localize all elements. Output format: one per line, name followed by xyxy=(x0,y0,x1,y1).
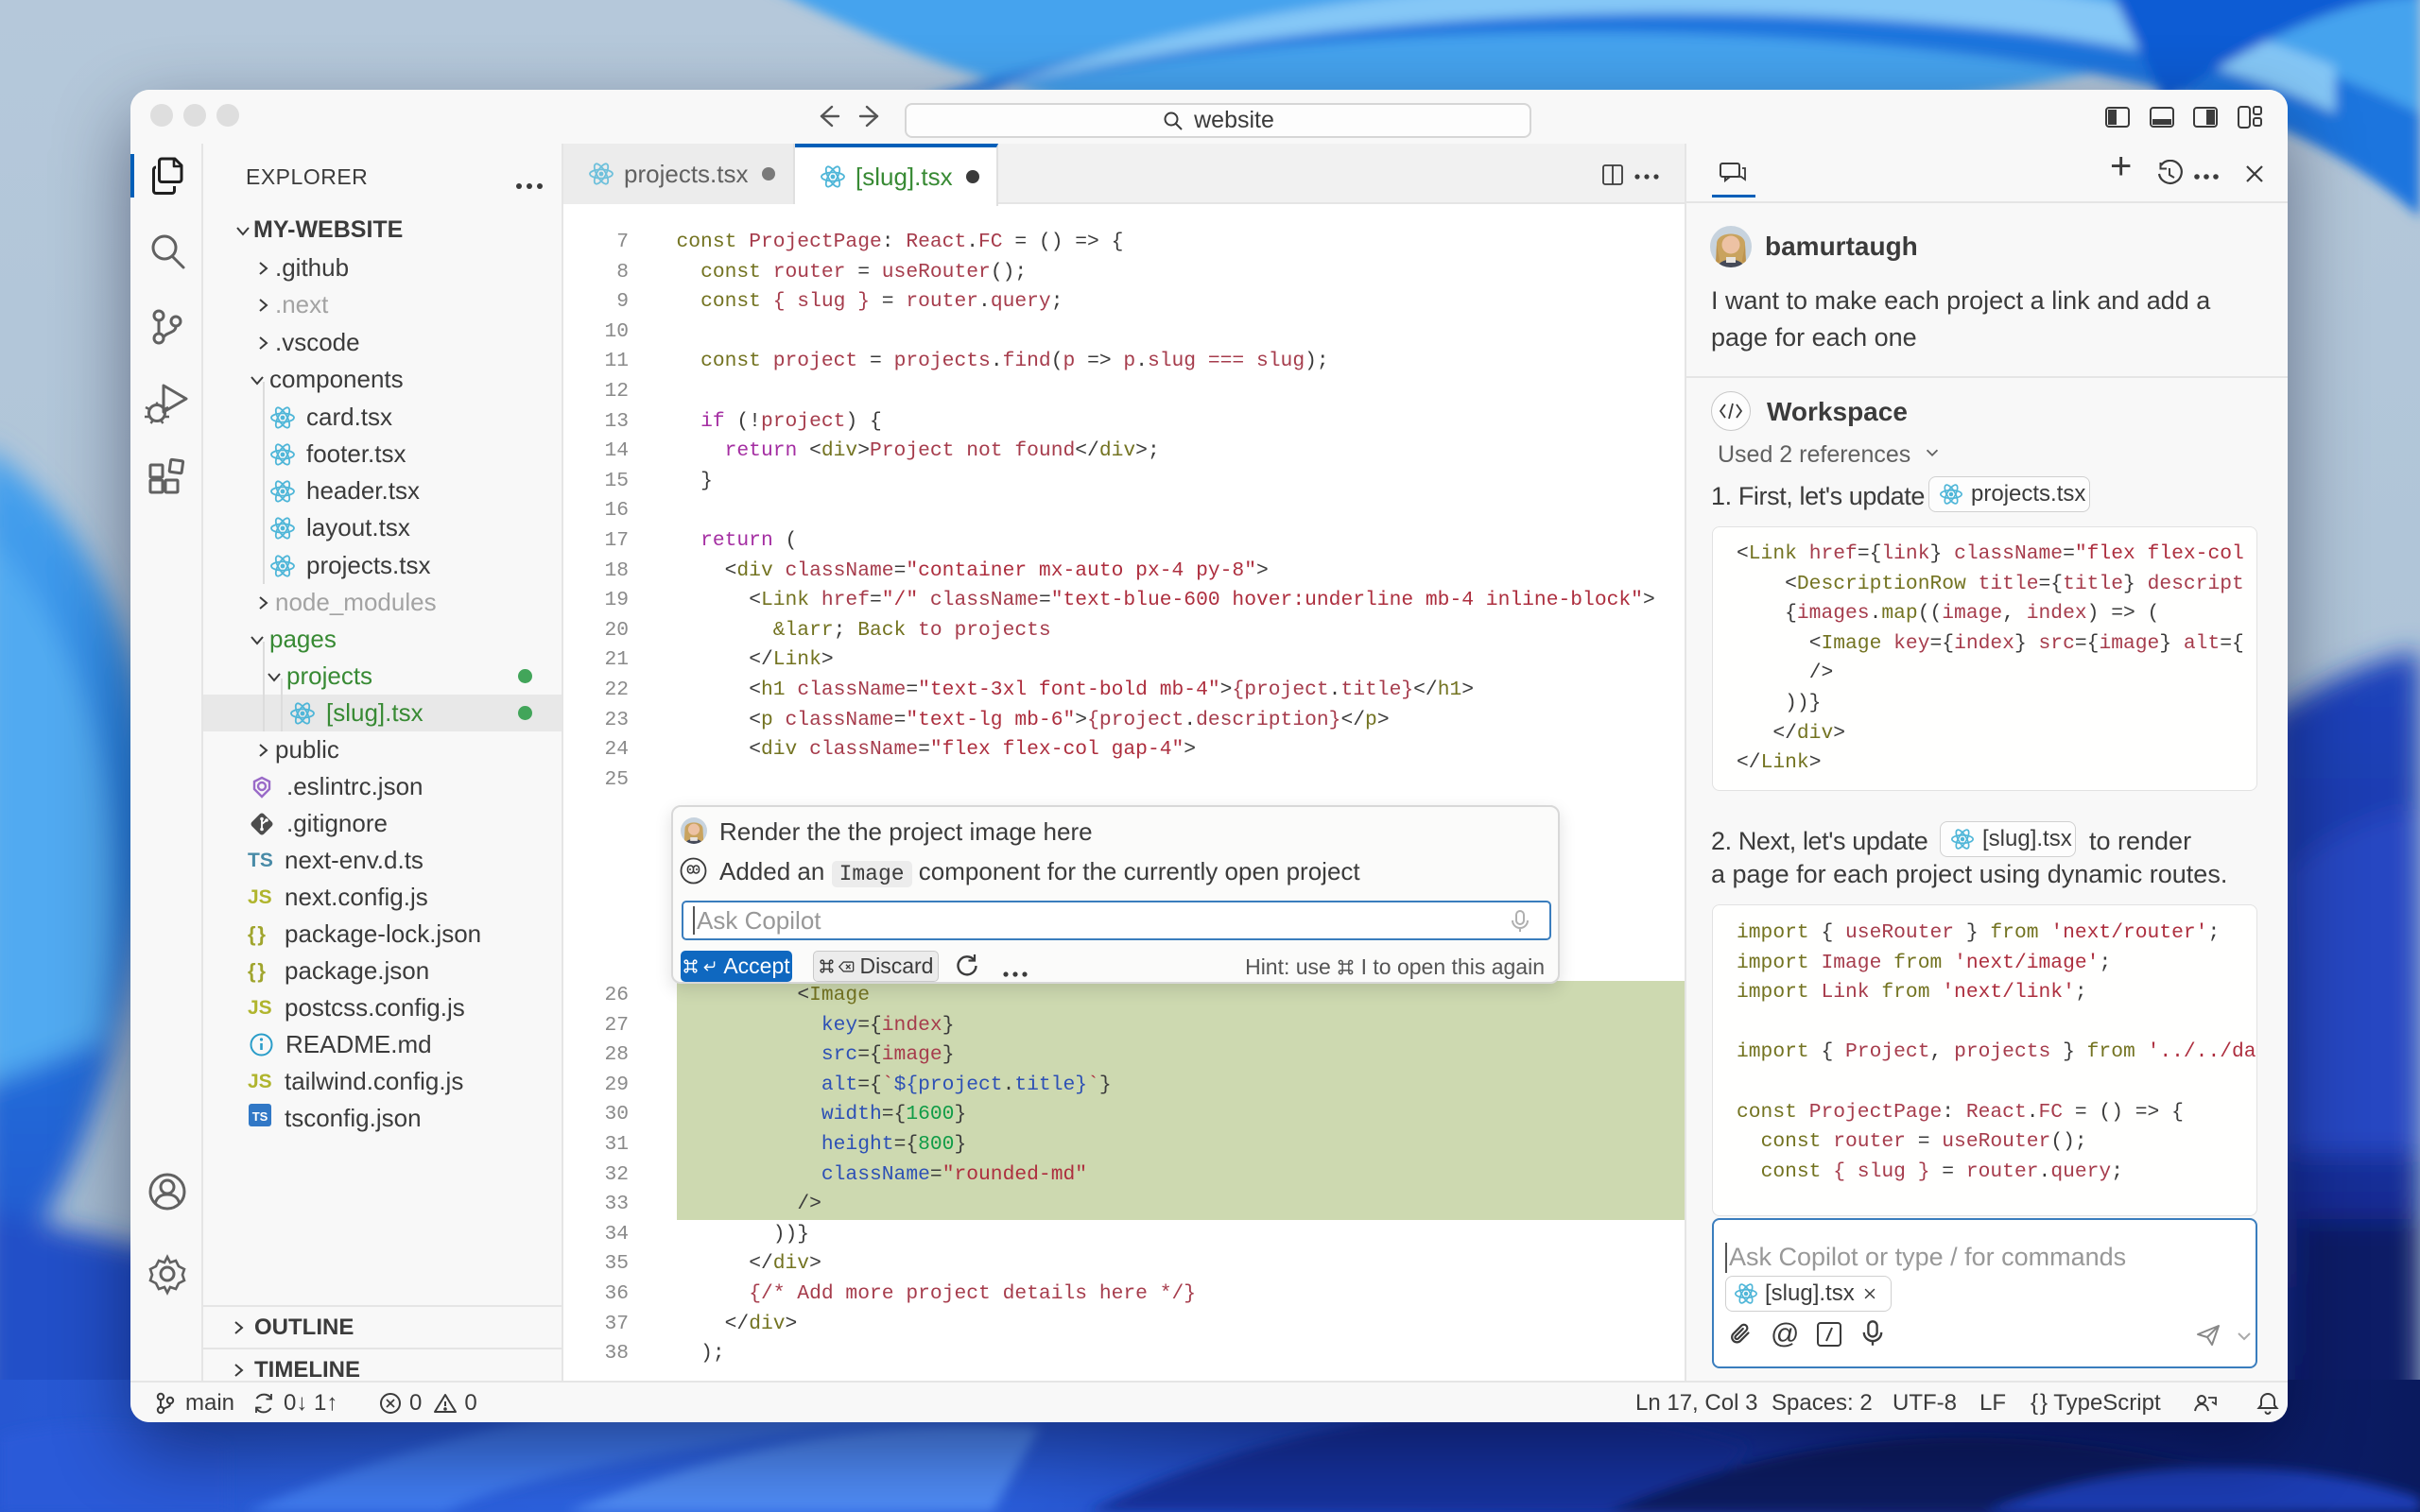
svg-text:TS: TS xyxy=(252,1109,268,1124)
